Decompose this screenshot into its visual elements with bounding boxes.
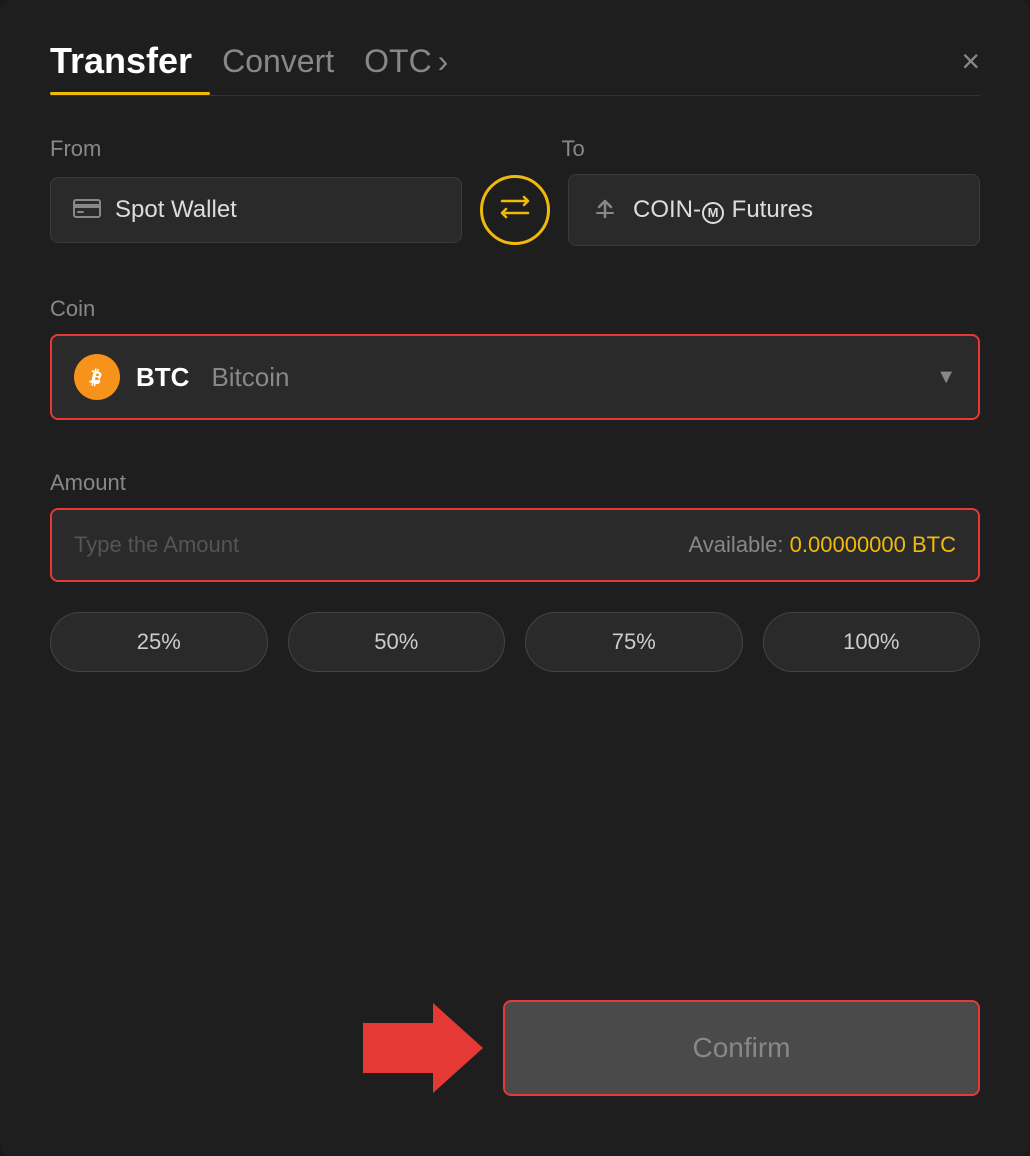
confirm-button[interactable]: Confirm [503, 1000, 980, 1096]
to-label: To [562, 136, 981, 162]
modal-header: Transfer Convert OTC › × [50, 40, 980, 82]
tab-otc[interactable]: OTC › [364, 43, 448, 80]
coin-symbol: BTC [136, 362, 189, 393]
btc-icon [74, 354, 120, 400]
pct-50-button[interactable]: 50% [288, 612, 506, 672]
percentage-buttons: 25% 50% 75% 100% [50, 612, 980, 672]
from-wallet-name: Spot Wallet [115, 196, 237, 224]
amount-available: Available: 0.00000000 BTC [689, 532, 956, 558]
swap-icon [498, 193, 532, 228]
coin-selector[interactable]: BTC Bitcoin ▼ [50, 334, 980, 420]
amount-value: 0.00000000 BTC [790, 532, 956, 557]
to-wallet-selector[interactable]: COIN-M Futures [568, 174, 980, 246]
transfer-modal: Transfer Convert OTC › × From To [0, 0, 1030, 1156]
amount-label: Amount [50, 470, 980, 496]
swap-button[interactable] [480, 175, 550, 245]
amount-section: Amount Type the Amount Available: 0.0000… [50, 470, 980, 582]
coin-section: Coin BTC Bitcoin ▼ [50, 296, 980, 420]
red-arrow-icon [363, 1003, 483, 1093]
coin-full-name: Bitcoin [211, 362, 289, 393]
header-divider [50, 95, 980, 96]
from-to-inputs: Spot Wallet COIN-M [50, 174, 980, 246]
tab-convert[interactable]: Convert [222, 43, 334, 80]
wallet-card-icon [73, 196, 101, 224]
from-to-labels: From To [50, 136, 980, 162]
to-wallet-name: COIN-M Futures [633, 196, 813, 224]
amount-input-box[interactable]: Type the Amount Available: 0.00000000 BT… [50, 508, 980, 582]
arrow-container [50, 1003, 503, 1093]
pct-100-button[interactable]: 100% [763, 612, 981, 672]
from-to-section: From To Spot Wallet [50, 136, 980, 246]
futures-icon [591, 193, 619, 227]
confirm-section: Confirm [50, 940, 980, 1096]
pct-75-button[interactable]: 75% [525, 612, 743, 672]
from-wallet-selector[interactable]: Spot Wallet [50, 177, 462, 243]
pct-25-button[interactable]: 25% [50, 612, 268, 672]
coin-label: Coin [50, 296, 980, 322]
from-label: From [50, 136, 469, 162]
amount-placeholder: Type the Amount [74, 532, 239, 558]
chevron-down-icon: ▼ [936, 366, 956, 389]
close-button[interactable]: × [961, 45, 980, 77]
tab-transfer[interactable]: Transfer [50, 40, 192, 82]
